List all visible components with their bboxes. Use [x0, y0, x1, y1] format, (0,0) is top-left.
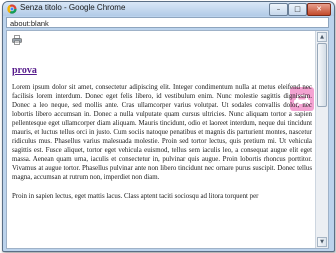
close-icon: ✕ — [316, 5, 322, 13]
scroll-down-button[interactable]: ▼ — [317, 237, 327, 247]
maximize-button[interactable]: □ — [288, 3, 307, 16]
browser-window: Senza titolo - Google Chrome – □ ✕ about… — [2, 1, 335, 252]
page-title-link[interactable]: prova — [12, 65, 37, 76]
minimize-icon: – — [276, 5, 281, 13]
vertical-scrollbar[interactable]: ▲ ▼ — [315, 31, 328, 248]
scroll-thumb[interactable] — [317, 43, 327, 107]
window-title: Senza titolo - Google Chrome — [20, 3, 126, 12]
page-content: prova Lorem ipsum dolor sit amet, consec… — [7, 31, 316, 248]
triangle-up-icon: ▲ — [320, 34, 324, 40]
article-paragraph: Lorem ipsum dolor sit amet, consectetur … — [12, 84, 312, 182]
page-viewport: prova Lorem ipsum dolor sit amet, consec… — [6, 30, 329, 249]
article-paragraph: Proin in sapien lectus, eget mattis lacu… — [12, 192, 259, 200]
chrome-logo-icon — [7, 4, 17, 14]
address-bar[interactable]: about:blank — [6, 17, 329, 28]
printer-icon[interactable] — [12, 35, 22, 45]
article-body: Lorem ipsum dolor sit amet, consectetur … — [12, 83, 312, 210]
maximize-icon: □ — [294, 5, 301, 13]
scroll-up-button[interactable]: ▲ — [317, 32, 327, 42]
close-button[interactable]: ✕ — [307, 3, 331, 16]
title-bar[interactable]: Senza titolo - Google Chrome – □ ✕ — [3, 2, 334, 16]
triangle-down-icon: ▼ — [320, 239, 324, 245]
minimize-button[interactable]: – — [269, 3, 288, 16]
